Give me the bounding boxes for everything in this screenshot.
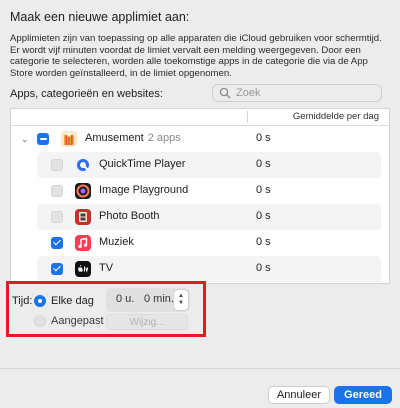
chevron-up-icon[interactable]: ▲ [178, 293, 184, 300]
stepper-arrows[interactable]: ▲ ▼ [174, 290, 188, 310]
column-separator [247, 111, 248, 123]
category-time: 0 s [256, 132, 271, 144]
chevron-down-icon[interactable]: ▼ [178, 300, 184, 307]
entertainment-category-icon [61, 131, 77, 147]
app-name: Photo Booth [99, 210, 160, 222]
table-header: Gemiddelde per dag [11, 109, 389, 126]
search-icon [219, 87, 231, 99]
radio-custom-label[interactable]: Aangepast [51, 315, 104, 327]
app-table: Gemiddelde per dag ⌄ Amusement 2 apps 0 s [10, 108, 390, 284]
search-input[interactable]: Zoek [212, 84, 382, 102]
category-name: Amusement [85, 132, 144, 144]
category-checkbox[interactable] [37, 133, 49, 145]
radio-every-day[interactable] [34, 295, 46, 307]
app-checkbox[interactable] [51, 211, 63, 223]
category-count: 2 apps [147, 132, 181, 144]
app-time: 0 s [256, 158, 271, 170]
radio-every-day-label[interactable]: Elke dag [51, 295, 94, 307]
app-checkbox[interactable] [51, 159, 63, 171]
image-playground-icon [75, 183, 91, 199]
minutes-value[interactable]: 0 min. [144, 293, 174, 305]
chevron-down-icon[interactable]: ⌄ [21, 134, 29, 145]
dialog-description: Applimieten zijn van toepassing op alle … [10, 33, 382, 79]
app-time: 0 s [256, 210, 271, 222]
tv-icon [75, 261, 91, 277]
app-checkbox[interactable] [51, 263, 63, 275]
list-item[interactable]: Photo Booth 0 s [37, 204, 381, 230]
footer-divider [0, 368, 400, 369]
list-item[interactable]: TV 0 s [37, 256, 381, 282]
time-stepper[interactable]: 0 u. 0 min. ▲ ▼ [106, 288, 190, 312]
hours-value[interactable]: 0 u. [116, 293, 134, 305]
app-checkbox[interactable] [51, 185, 63, 197]
dialog-title: Maak een nieuwe applimiet aan: [10, 10, 190, 24]
app-name: QuickTime Player [99, 158, 186, 170]
app-time: 0 s [256, 262, 271, 274]
music-icon [75, 235, 91, 251]
app-checkbox[interactable] [51, 237, 63, 249]
column-header-average[interactable]: Gemiddelde per dag [293, 111, 379, 122]
quicktime-icon [75, 157, 91, 173]
edit-custom-button[interactable]: Wijzig... [106, 314, 188, 330]
app-time: 0 s [256, 184, 271, 196]
app-name: Image Playground [99, 184, 189, 196]
app-name: Muziek [99, 236, 134, 248]
list-item[interactable]: Image Playground 0 s [37, 178, 381, 204]
time-label: Tijd: [12, 295, 33, 307]
list-item[interactable]: QuickTime Player 0 s [37, 152, 381, 178]
category-row-amusement[interactable]: ⌄ Amusement 2 apps 0 s [11, 126, 389, 152]
done-button[interactable]: Gereed [334, 386, 392, 404]
list-label: Apps, categorieën en websites: [10, 88, 163, 100]
app-time: 0 s [256, 236, 271, 248]
radio-custom[interactable] [34, 315, 46, 327]
photo-booth-icon [75, 209, 91, 225]
app-name: TV [99, 262, 114, 274]
search-placeholder: Zoek [236, 87, 261, 99]
list-item[interactable]: Muziek 0 s [37, 230, 381, 256]
cancel-button[interactable]: Annuleer [268, 386, 330, 404]
